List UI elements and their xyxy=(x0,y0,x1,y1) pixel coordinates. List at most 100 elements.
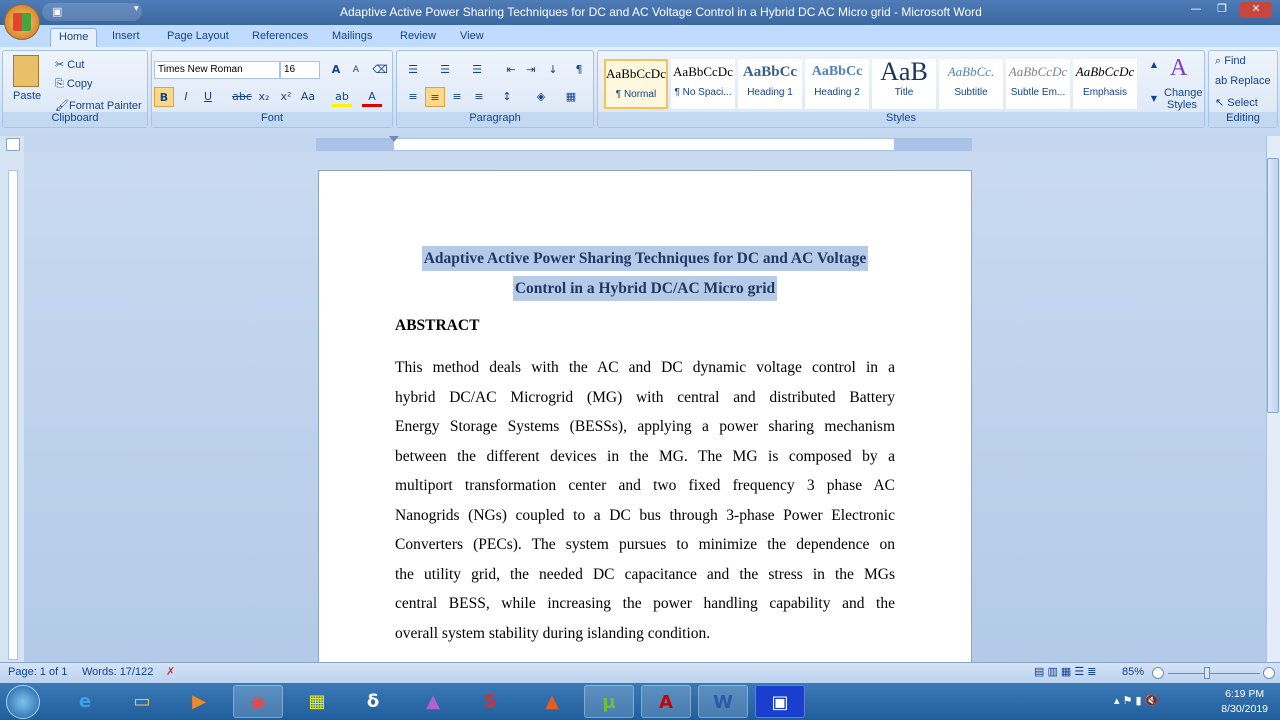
tab-home[interactable]: Home xyxy=(50,28,98,48)
style-emphasis[interactable]: AaBbCcDc Emphasis xyxy=(1073,59,1137,109)
app-icon[interactable]: δ xyxy=(348,685,398,718)
center-button[interactable]: ≡ xyxy=(425,87,445,107)
replace-button[interactable]: ab Replace xyxy=(1215,75,1271,87)
style-subtle-emphasis[interactable]: AaBbCcDc Subtle Em... xyxy=(1006,59,1070,109)
grow-font-button[interactable]: A xyxy=(326,60,346,80)
multilevel-list-button[interactable]: ☰ xyxy=(467,60,487,80)
zoom-slider-thumb[interactable] xyxy=(1204,667,1210,679)
tab-insert[interactable]: Insert xyxy=(104,28,148,44)
show-formatting-button[interactable]: ¶ xyxy=(569,60,589,80)
restore-button[interactable]: ❐ xyxy=(1210,2,1234,18)
proofing-icon[interactable]: ✗ xyxy=(166,665,175,678)
underline-button[interactable]: U xyxy=(198,87,218,107)
abstract-body[interactable]: This method deals with the AC and DC dyn… xyxy=(395,353,895,648)
find-button[interactable]: ⌕ Find xyxy=(1215,55,1246,68)
justify-button[interactable]: ≡ xyxy=(469,87,489,107)
style-preview: AaBbCcDc xyxy=(1008,64,1068,79)
app-icon-s[interactable]: S xyxy=(465,685,515,718)
font-group-label: Font xyxy=(152,112,392,127)
horizontal-ruler[interactable] xyxy=(316,138,972,151)
italic-button[interactable]: I xyxy=(176,87,196,107)
numbering-button[interactable]: ☰ xyxy=(435,60,455,80)
change-styles-icon: A xyxy=(1170,55,1188,81)
body-line: Energy Storage Systems (BESSs), applying… xyxy=(395,418,895,435)
align-right-button[interactable]: ≡ xyxy=(447,87,467,107)
zoom-out-button[interactable] xyxy=(1152,667,1164,679)
paragraph-group: ☰ ☰ ☰ ⇤ ⇥ ↓ ¶ ≡ ≡ ≡ ≡ ↕ ◈ ▦ Paragraph xyxy=(396,50,594,128)
close-button[interactable]: ✕ xyxy=(1240,2,1272,18)
select-button[interactable]: ↖ Select xyxy=(1215,96,1258,109)
word-icon[interactable]: W xyxy=(698,685,748,718)
shrink-font-button[interactable]: A xyxy=(346,60,366,80)
start-button[interactable] xyxy=(6,685,40,719)
tab-selector[interactable] xyxy=(6,138,20,151)
styles-scroll-up[interactable]: ▲ xyxy=(1144,55,1164,75)
tab-view[interactable]: View xyxy=(452,28,492,44)
line-spacing-button[interactable]: ↕ xyxy=(497,87,517,107)
tab-review[interactable]: Review xyxy=(392,28,444,44)
styles-more[interactable]: ▼ xyxy=(1144,89,1164,109)
styles-group-label: Styles xyxy=(598,112,1204,127)
sort-button[interactable]: ↓ xyxy=(543,60,563,80)
highlight-button[interactable]: ab xyxy=(332,87,352,107)
zoom-level[interactable]: 85% xyxy=(1122,666,1144,678)
file-explorer-icon[interactable]: ▭ xyxy=(117,685,167,718)
acrobat-icon[interactable]: A xyxy=(641,685,691,718)
first-line-indent-marker[interactable] xyxy=(389,136,399,142)
subscript-button[interactable]: x₂ xyxy=(254,87,274,107)
bullets-button[interactable]: ☰ xyxy=(403,60,423,80)
font-size-select[interactable]: 16 xyxy=(280,61,320,79)
media-player-icon[interactable]: ▶ xyxy=(174,685,224,718)
customize-qat-icon[interactable]: ▾ xyxy=(134,4,139,14)
style-no-spacing[interactable]: AaBbCcDc ¶ No Spaci... xyxy=(671,59,735,109)
replace-label: Replace xyxy=(1230,75,1271,87)
zoom-in-button[interactable] xyxy=(1263,667,1275,679)
shading-button[interactable]: ◈ xyxy=(531,87,551,107)
style-normal[interactable]: AaBbCcDc ¶ Normal xyxy=(604,59,668,109)
word-count[interactable]: Words: 17/122 xyxy=(82,666,153,678)
clear-formatting-button[interactable]: ⌫ xyxy=(370,60,390,80)
bold-button[interactable]: B xyxy=(154,87,174,107)
align-left-button[interactable]: ≡ xyxy=(403,87,423,107)
decrease-indent-button[interactable]: ⇤ xyxy=(501,60,521,80)
zoom-slider[interactable] xyxy=(1168,673,1260,674)
style-heading-1[interactable]: AaBbCc Heading 1 xyxy=(738,59,802,109)
document-title[interactable]: Adaptive Active Power Sharing Techniques… xyxy=(395,244,895,304)
system-tray-icons[interactable]: ▴ ⚑ ▮ 🔇 xyxy=(1114,694,1158,707)
app-icon-purple[interactable]: ▲ xyxy=(408,685,458,718)
change-case-button[interactable]: Aa xyxy=(298,87,318,107)
font-name-select[interactable]: Times New Roman xyxy=(154,61,280,79)
app-icon-blue[interactable]: ▣ xyxy=(755,685,805,718)
change-styles-button[interactable]: Change Styles xyxy=(1164,87,1203,111)
tab-page-layout[interactable]: Page Layout xyxy=(159,28,237,44)
superscript-button[interactable]: x² xyxy=(276,87,296,107)
window-title: Adaptive Active Power Sharing Techniques… xyxy=(340,5,982,19)
cut-button[interactable]: ✂ Cut xyxy=(55,58,84,71)
chrome-icon[interactable]: ◉ xyxy=(233,685,283,718)
abstract-heading: ABSTRACT xyxy=(395,317,480,334)
format-painter-button[interactable]: 🖌Format Painter xyxy=(55,99,142,112)
paste-button[interactable]: Paste xyxy=(13,90,41,102)
internet-explorer-icon[interactable]: e xyxy=(60,685,110,718)
increase-indent-button[interactable]: ⇥ xyxy=(521,60,541,80)
borders-button[interactable]: ▦ xyxy=(561,87,581,107)
view-buttons[interactable]: ▤ ▥ ▦ ☰ ≣ xyxy=(1034,665,1096,678)
scrollbar-thumb[interactable] xyxy=(1267,158,1279,413)
utorrent-icon[interactable]: µ xyxy=(584,685,634,718)
tab-references[interactable]: References xyxy=(244,28,316,44)
ruler-right-margin xyxy=(894,139,972,150)
style-heading-2[interactable]: AaBbCc Heading 2 xyxy=(805,59,869,109)
clock[interactable]: 6:19 PM 8/30/2019 xyxy=(1221,687,1268,717)
font-color-button[interactable]: A xyxy=(362,87,382,107)
page-count[interactable]: Page: 1 of 1 xyxy=(8,666,67,678)
tab-mailings[interactable]: Mailings xyxy=(324,28,380,44)
save-icon[interactable]: ▣ xyxy=(52,5,62,18)
style-title[interactable]: AaB Title xyxy=(872,59,936,109)
minimize-button[interactable]: — xyxy=(1184,2,1208,18)
copy-button[interactable]: ⎘ Copy xyxy=(55,78,93,91)
strikethrough-button[interactable]: abc xyxy=(232,87,252,107)
office-button[interactable] xyxy=(4,4,40,40)
style-subtitle[interactable]: AaBbCc. Subtitle xyxy=(939,59,1003,109)
chip-app-icon[interactable]: ▦ xyxy=(292,685,342,718)
matlab-icon[interactable]: ▲ xyxy=(527,685,577,718)
